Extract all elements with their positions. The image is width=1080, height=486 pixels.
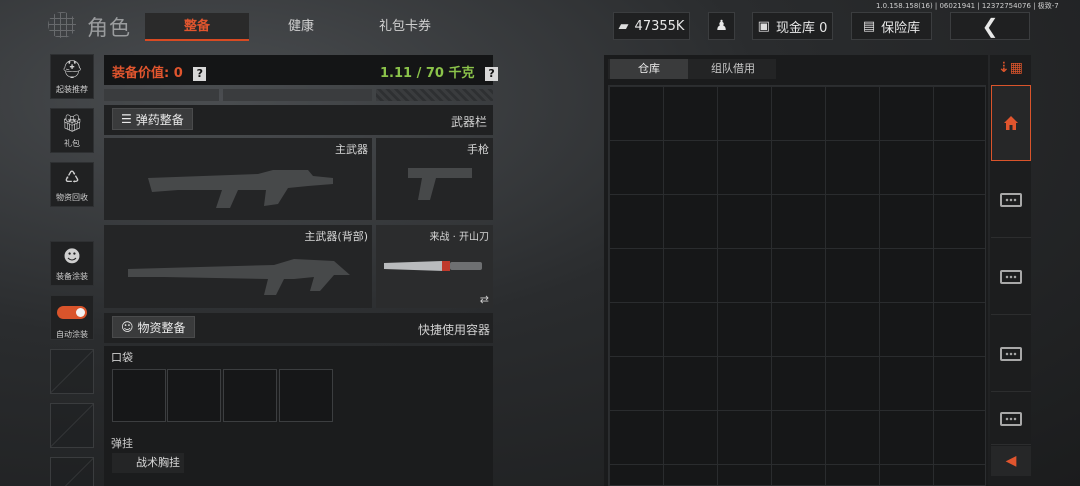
rifle-silhouette-icon xyxy=(148,170,333,208)
help-icon[interactable]: ? xyxy=(485,67,499,81)
page-title: 角色 xyxy=(87,16,131,40)
pistol-silhouette-icon xyxy=(408,168,472,200)
ammo-loadout-label: 弹药整备 xyxy=(135,112,184,127)
sort-icon[interactable]: ⇣▦ xyxy=(998,60,1023,76)
ammo-loadout-button[interactable]: ☰ 弹药整备 xyxy=(112,108,193,130)
sidebar-label: 物资回收 xyxy=(56,193,88,202)
crate-icon xyxy=(1000,346,1022,361)
currency-display[interactable]: ▰ 47355K xyxy=(613,12,690,40)
currency-value: 47355K xyxy=(634,18,685,34)
safe-icon: ▤ xyxy=(862,18,876,34)
tab-team-borrow[interactable]: 组队借用 xyxy=(690,59,776,79)
tab-loadout[interactable]: 整备 xyxy=(145,13,249,41)
sidebar-item-auto-paint[interactable]: 自动涂装 xyxy=(50,295,94,340)
recycle-icon: ♺ xyxy=(64,168,80,188)
pistol-slot[interactable]: 手枪 xyxy=(376,138,493,220)
money-icon: ▰ xyxy=(618,18,629,34)
weapon-bar-label: 武器栏 xyxy=(451,115,488,129)
pistol-label: 手枪 xyxy=(467,143,489,156)
storage-box-button[interactable] xyxy=(991,239,1031,315)
gift-icon: 🎁︎ xyxy=(61,114,83,134)
left-arrow-icon: ◀ xyxy=(1005,453,1017,469)
loadout-value-text: 装备价值: 0 xyxy=(112,66,183,81)
mask-icon: ☺ xyxy=(121,320,134,334)
tab-health[interactable]: 健康 xyxy=(249,13,353,41)
pocket-slot[interactable] xyxy=(167,369,221,422)
auto-paint-toggle[interactable] xyxy=(57,306,87,319)
melee-slot[interactable]: 来战 · 开山刀 ⇄ xyxy=(376,225,493,308)
tab-gift-coupons[interactable]: 礼包卡券 xyxy=(353,13,457,41)
safe-label: 保险库 xyxy=(881,20,921,36)
pocket-label: 口袋 xyxy=(111,351,133,364)
machete-icon xyxy=(384,261,482,271)
chest-rig-slot[interactable]: 战术胸挂 xyxy=(112,453,184,473)
supply-loadout-label: 物资整备 xyxy=(137,320,186,335)
helmet-icon: ⛑ xyxy=(61,60,83,80)
loadout-value: 装备价值: 0 ? xyxy=(112,62,207,81)
storage-box-button[interactable] xyxy=(991,393,1031,445)
sidebar-item-paint[interactable]: ☻ 装备涂装 xyxy=(50,241,94,286)
back-button[interactable]: ❮ xyxy=(950,12,1030,40)
primary-back-label: 主武器(背部) xyxy=(304,230,368,243)
divider-strip xyxy=(104,89,219,101)
primary-weapon-label: 主武器 xyxy=(335,143,368,156)
divider-strip xyxy=(223,89,372,101)
operator-button[interactable]: ♟ xyxy=(708,12,735,40)
sidebar-label: 装备涂装 xyxy=(56,272,88,281)
storage-box-button[interactable] xyxy=(991,316,1031,392)
quick-container-label: 快捷使用容器 xyxy=(418,323,491,337)
pocket-slot[interactable] xyxy=(279,369,333,422)
vault-icon: ▣ xyxy=(757,18,770,34)
cash-vault-button[interactable]: ▣ 现金库 0 xyxy=(752,12,833,40)
crate-icon xyxy=(1000,269,1022,284)
weight-display: 1.11 / 70 千克 ? xyxy=(380,62,499,81)
supply-loadout-button[interactable]: ☺ 物资整备 xyxy=(112,316,195,338)
swap-icon[interactable]: ⇄ xyxy=(480,293,489,306)
sidebar-empty-slot xyxy=(50,403,94,448)
sidebar-label: 自动涂装 xyxy=(56,330,88,339)
melee-label: 来战 · 开山刀 xyxy=(429,232,489,243)
ammo-icon: ☰ xyxy=(121,112,132,126)
storage-box-button[interactable] xyxy=(991,162,1031,238)
help-icon[interactable]: ? xyxy=(193,67,207,81)
sidebar-label: 礼包 xyxy=(64,139,80,148)
sidebar-empty-slot xyxy=(50,349,94,394)
sidebar-item-recommend[interactable]: ⛑ 起装推荐 xyxy=(50,54,94,99)
cash-vault-label: 现金库 0 xyxy=(775,20,828,36)
sidebar-label: 起装推荐 xyxy=(56,85,88,94)
crate-icon xyxy=(1000,411,1022,426)
storage-home-button[interactable] xyxy=(991,85,1031,161)
chest-rig-label: 战术胸挂 xyxy=(136,456,180,469)
weight-text: 1.11 / 70 千克 xyxy=(380,66,475,81)
tab-warehouse[interactable]: 仓库 xyxy=(610,59,688,79)
warehouse-grid[interactable] xyxy=(608,85,986,486)
sidebar-empty-slot xyxy=(50,457,94,486)
back-arrow-icon: ❮ xyxy=(981,14,999,38)
primary-weapon-slot[interactable]: 主武器 xyxy=(104,138,372,220)
collapse-button[interactable]: ◀ xyxy=(991,446,1031,476)
paint-mask-icon: ☻ xyxy=(63,247,81,267)
sidebar-item-gift[interactable]: 🎁︎ 礼包 xyxy=(50,108,94,153)
safe-button[interactable]: ▤ 保险库 xyxy=(851,12,932,40)
pocket-slot[interactable] xyxy=(223,369,277,422)
version-info: 1.0.158.158(16) | 06021941 | 12372754076… xyxy=(876,2,1059,10)
pocket-slot[interactable] xyxy=(112,369,166,422)
crate-icon xyxy=(1000,192,1022,207)
operator-icon: ♟ xyxy=(715,18,728,34)
primary-back-slot[interactable]: 主武器(背部) xyxy=(104,225,372,308)
rig-label: 弹挂 xyxy=(111,437,133,450)
globe-grid-icon xyxy=(48,12,76,38)
rifle-back-silhouette-icon xyxy=(128,259,350,295)
sidebar-item-recycle[interactable]: ♺ 物资回收 xyxy=(50,162,94,207)
home-icon xyxy=(1004,116,1018,130)
divider-strip xyxy=(376,89,493,101)
